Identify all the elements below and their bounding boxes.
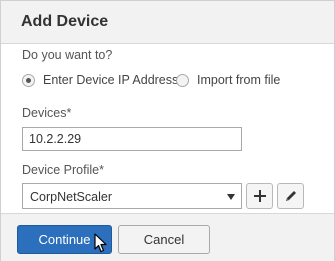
plus-icon <box>254 190 266 202</box>
devices-input[interactable] <box>22 127 242 151</box>
device-profile-label: Device Profile* <box>22 163 104 177</box>
device-profile-value: CorpNetScaler <box>30 190 112 204</box>
cancel-button[interactable]: Cancel <box>118 225 210 254</box>
add-profile-button[interactable] <box>246 183 273 209</box>
dialog-header: Add Device <box>1 1 334 44</box>
mode-question-label: Do you want to? <box>22 48 113 62</box>
pencil-icon <box>286 191 296 201</box>
radio-enter-ip-label: Enter Device IP Address <box>43 73 179 87</box>
edit-profile-button[interactable] <box>277 183 304 209</box>
add-device-dialog: Add Device Do you want to? Enter Device … <box>0 0 335 261</box>
radio-button-unchecked[interactable] <box>176 73 189 87</box>
dialog-title: Add Device <box>21 13 109 30</box>
device-profile-select[interactable]: CorpNetScaler <box>22 183 242 209</box>
radio-import-file[interactable]: Import from file <box>176 72 280 88</box>
radio-enter-ip[interactable]: Enter Device IP Address <box>22 72 178 88</box>
radio-import-file-label: Import from file <box>197 73 281 87</box>
chevron-down-icon <box>227 194 235 200</box>
mouse-pointer-icon <box>94 233 107 253</box>
radio-button-checked[interactable] <box>22 73 35 87</box>
devices-label: Devices* <box>22 106 72 120</box>
